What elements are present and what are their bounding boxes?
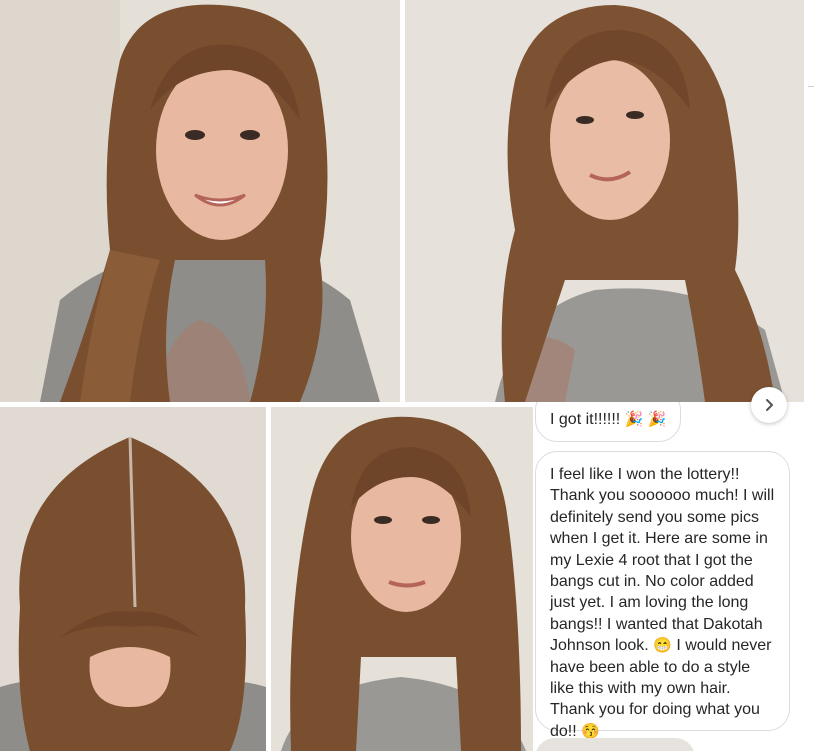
grinning-face-icon: 😁: [653, 637, 672, 655]
message-bubble-image: [535, 738, 695, 751]
next-button[interactable]: [751, 387, 787, 423]
chat-column: I got it!!!!!! 🎉 🎉 I feel like I won the…: [533, 402, 804, 751]
photo-front-neutral: [271, 407, 533, 751]
photo-top-down-part: [0, 407, 266, 751]
chevron-right-icon: [766, 399, 773, 411]
message-bubble-short: I got it!!!!!! 🎉 🎉: [535, 402, 682, 443]
message-text: I got it!!!!!!: [550, 411, 621, 428]
edge-tick: [808, 86, 814, 87]
photo-side-smirk: [405, 0, 804, 402]
party-popper-icon: 🎉 🎉: [624, 411, 667, 428]
photo-front-smiling: [0, 0, 400, 402]
message-text: I feel like I won the lottery!! Thank yo…: [550, 466, 775, 655]
message-bubble-long: I feel like I won the lottery!! Thank yo…: [535, 451, 790, 740]
